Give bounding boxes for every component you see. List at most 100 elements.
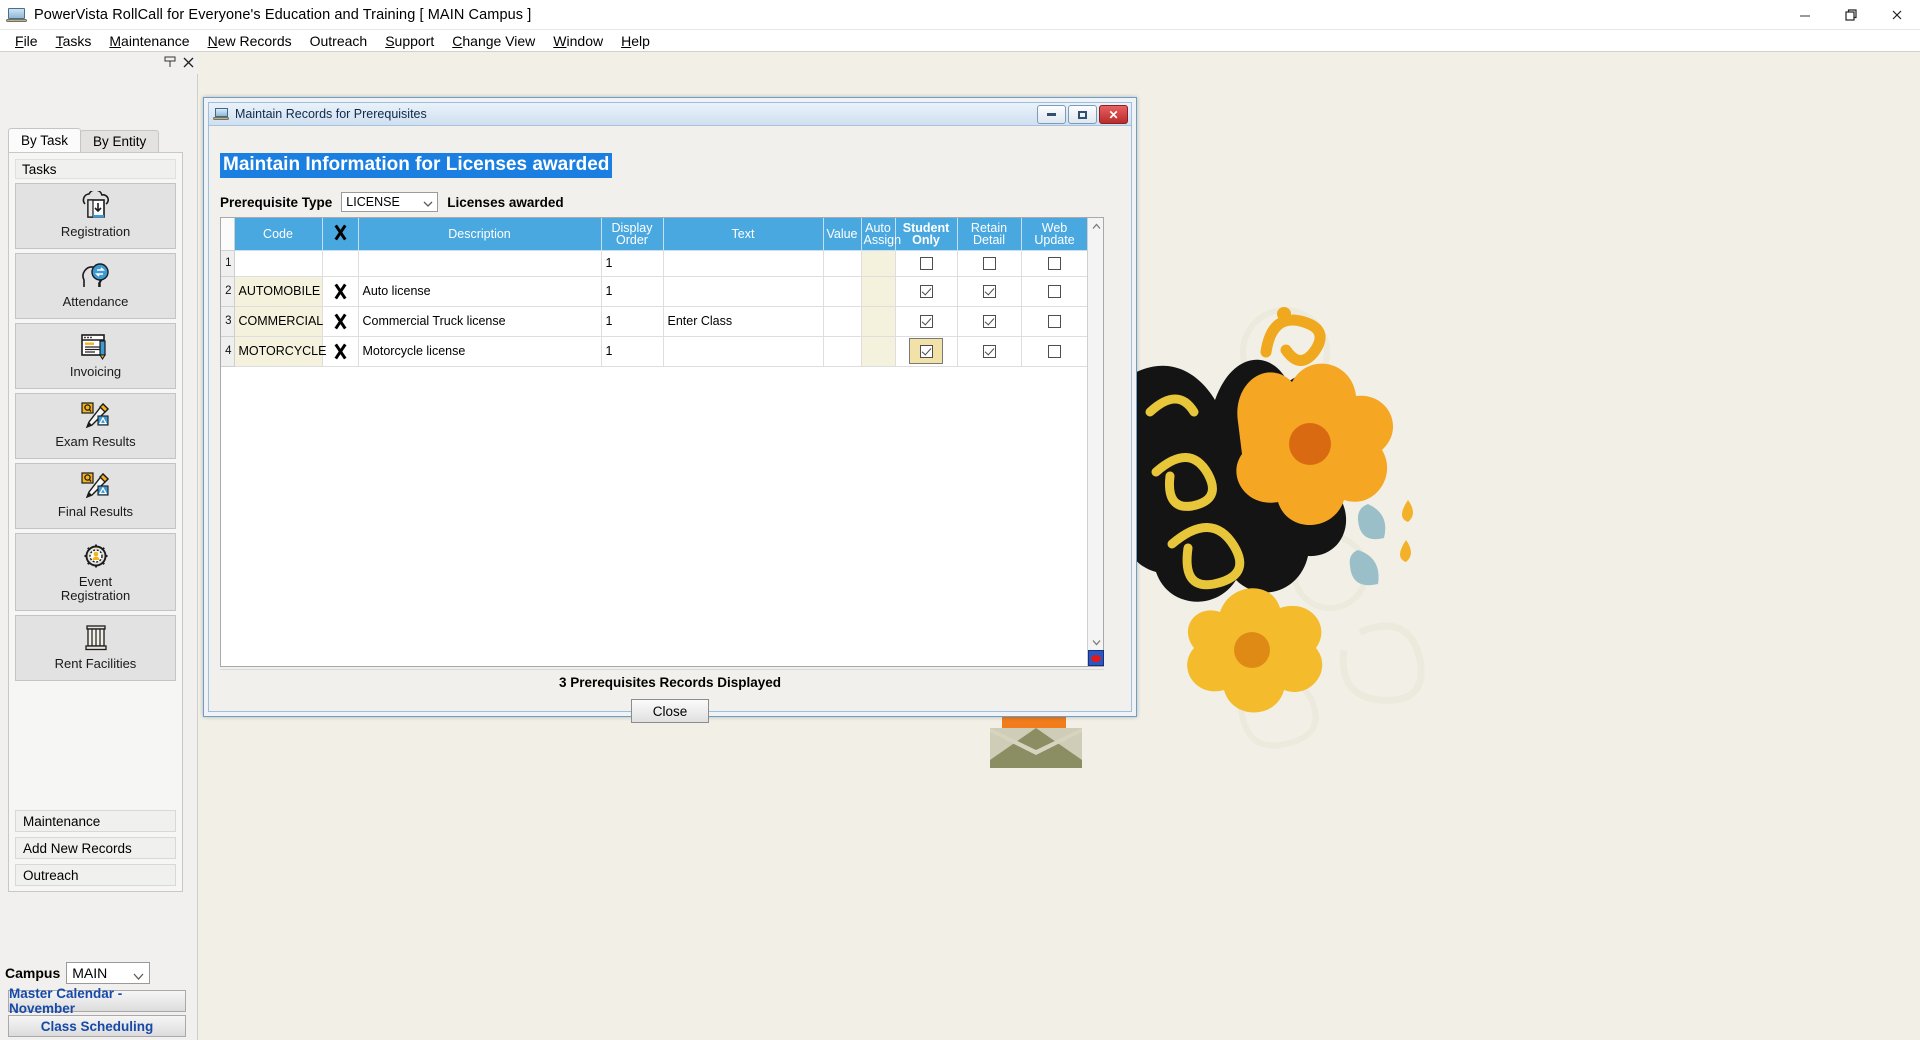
close-icon[interactable] <box>1874 0 1920 30</box>
retain-detail-checkbox[interactable] <box>982 257 996 271</box>
campus-select[interactable]: MAIN <box>66 962 151 984</box>
table-row[interactable]: 2 AUTOMOBILE Auto license 1 <box>221 275 1089 307</box>
cell-description[interactable]: Motorcycle license <box>357 335 602 367</box>
sidebar-item-outreach[interactable]: Outreach <box>15 864 176 886</box>
column-web-update[interactable]: Web Update <box>1020 218 1089 251</box>
chevron-down-icon[interactable] <box>1088 634 1104 650</box>
sidebar-item-event-registration[interactable]: Event Registration <box>15 533 176 611</box>
cell-code[interactable]: MOTORCYCLE <box>233 335 326 367</box>
web-update-checkbox[interactable] <box>1048 257 1061 271</box>
menu-item-change-view[interactable]: Change View <box>443 31 544 51</box>
delete-row-icon[interactable] <box>321 275 359 307</box>
sidebar-item-maintenance[interactable]: Maintenance <box>15 810 176 832</box>
student-only-checkbox[interactable] <box>919 344 933 358</box>
chevron-up-icon[interactable] <box>1088 218 1104 234</box>
grid-vertical-scrollbar[interactable] <box>1087 218 1104 666</box>
pin-icon[interactable] <box>164 56 176 70</box>
cell-retain-detail[interactable] <box>956 275 1022 307</box>
table-row[interactable]: 3 COMMERCIAL Commercial Truck license 1 … <box>221 305 1089 337</box>
web-update-checkbox[interactable] <box>1048 345 1061 359</box>
column-text[interactable]: Text <box>662 218 824 251</box>
delete-row-icon[interactable] <box>321 305 359 337</box>
sidebar-item-final-results[interactable]: Final Results <box>15 463 176 529</box>
cell-auto-assign[interactable] <box>860 249 896 277</box>
table-row[interactable]: 4 MOTORCYCLE Motorcycle license 1 <box>221 335 1089 367</box>
dialog-close-button[interactable]: ✕ <box>1099 105 1128 124</box>
column-display-order[interactable]: Display Order <box>600 218 664 251</box>
menu-item-outreach[interactable]: Outreach <box>301 31 377 51</box>
cell-delete[interactable] <box>321 249 359 277</box>
cell-web-update[interactable] <box>1020 335 1089 367</box>
cell-text[interactable] <box>662 335 824 367</box>
cell-code[interactable]: AUTOMOBILE <box>233 275 323 307</box>
menu-item-file[interactable]: File <box>6 31 47 51</box>
menu-item-support[interactable]: Support <box>376 31 443 51</box>
sidebar-item-exam-results[interactable]: Exam Results <box>15 393 176 459</box>
tab-by-entity[interactable]: By Entity <box>80 130 160 152</box>
cell-text[interactable]: Enter Class <box>662 305 824 337</box>
student-only-checkbox[interactable] <box>919 257 933 271</box>
cell-auto-assign[interactable] <box>860 335 896 367</box>
cell-retain-detail[interactable] <box>956 249 1022 277</box>
sidebar-item-registration[interactable]: Registration <box>15 183 176 249</box>
minimize-icon[interactable] <box>1782 0 1828 30</box>
menu-item-new-records[interactable]: New Records <box>199 31 301 51</box>
cell-web-update[interactable] <box>1020 249 1089 277</box>
retain-detail-checkbox[interactable] <box>982 315 996 329</box>
column-delete[interactable] <box>321 218 359 251</box>
menu-item-window[interactable]: Window <box>544 31 612 51</box>
cell-value[interactable] <box>822 249 862 277</box>
cell-description[interactable]: Commercial Truck license <box>357 305 602 337</box>
class-scheduling-button[interactable]: Class Scheduling <box>8 1015 186 1037</box>
dialog-maximize-button[interactable] <box>1068 105 1097 124</box>
prerequisite-type-select[interactable]: LICENSE <box>341 192 439 212</box>
column-value[interactable]: Value <box>822 218 862 251</box>
close-button[interactable]: Close <box>631 699 709 723</box>
tab-by-task[interactable]: By Task <box>8 128 82 152</box>
menu-item-maintenance[interactable]: Maintenance <box>100 31 198 51</box>
close-icon[interactable] <box>183 57 194 70</box>
maximize-icon[interactable] <box>1828 0 1874 30</box>
sidebar-item-attendance[interactable]: Attendance <box>15 253 176 319</box>
cell-description[interactable]: Auto license <box>357 275 602 307</box>
student-only-checkbox[interactable] <box>919 285 933 299</box>
cell-display-order[interactable]: 1 <box>600 249 664 277</box>
cell-code[interactable]: COMMERCIAL <box>233 305 323 337</box>
cell-value[interactable] <box>822 335 862 367</box>
retain-detail-checkbox[interactable] <box>982 345 996 359</box>
web-update-checkbox[interactable] <box>1048 285 1061 299</box>
cell-display-order[interactable]: 1 <box>600 335 664 367</box>
cell-student-only[interactable] <box>894 249 958 277</box>
column-student-only[interactable]: Student Only <box>894 218 958 251</box>
record-marker-icon[interactable] <box>1088 650 1104 666</box>
cell-text[interactable] <box>662 249 824 277</box>
cell-auto-assign[interactable] <box>860 275 896 307</box>
cell-auto-assign[interactable] <box>860 305 896 337</box>
web-update-checkbox[interactable] <box>1048 315 1061 329</box>
column-retain-detail[interactable]: Retain Detail <box>956 218 1022 251</box>
cell-value[interactable] <box>822 275 862 307</box>
table-row[interactable]: 1 1 <box>221 249 1089 277</box>
sidebar-item-rent-facilities[interactable]: Rent Facilities <box>15 615 176 681</box>
cell-retain-detail[interactable] <box>956 305 1022 337</box>
cell-display-order[interactable]: 1 <box>600 275 664 307</box>
dialog-minimize-button[interactable] <box>1037 105 1066 124</box>
cell-student-only[interactable] <box>894 275 958 307</box>
cell-text[interactable] <box>662 275 824 307</box>
column-description[interactable]: Description <box>357 218 602 251</box>
student-only-checkbox[interactable] <box>919 315 933 329</box>
cell-display-order[interactable]: 1 <box>600 305 664 337</box>
retain-detail-checkbox[interactable] <box>982 285 996 299</box>
cell-student-only-selected[interactable] <box>894 335 958 367</box>
cell-student-only[interactable] <box>894 305 958 337</box>
cell-retain-detail[interactable] <box>956 335 1022 367</box>
cell-web-update[interactable] <box>1020 305 1089 337</box>
sidebar-item-invoicing[interactable]: Invoicing <box>15 323 176 389</box>
sidebar-item-add-new-records[interactable]: Add New Records <box>15 837 176 859</box>
cell-web-update[interactable] <box>1020 275 1089 307</box>
menu-item-help[interactable]: Help <box>612 31 659 51</box>
cell-value[interactable] <box>822 305 862 337</box>
master-calendar-button[interactable]: Master Calendar - November <box>8 986 186 1016</box>
column-auto-assign[interactable]: Auto Assign <box>860 218 901 251</box>
menu-item-tasks[interactable]: Tasks <box>47 31 101 51</box>
